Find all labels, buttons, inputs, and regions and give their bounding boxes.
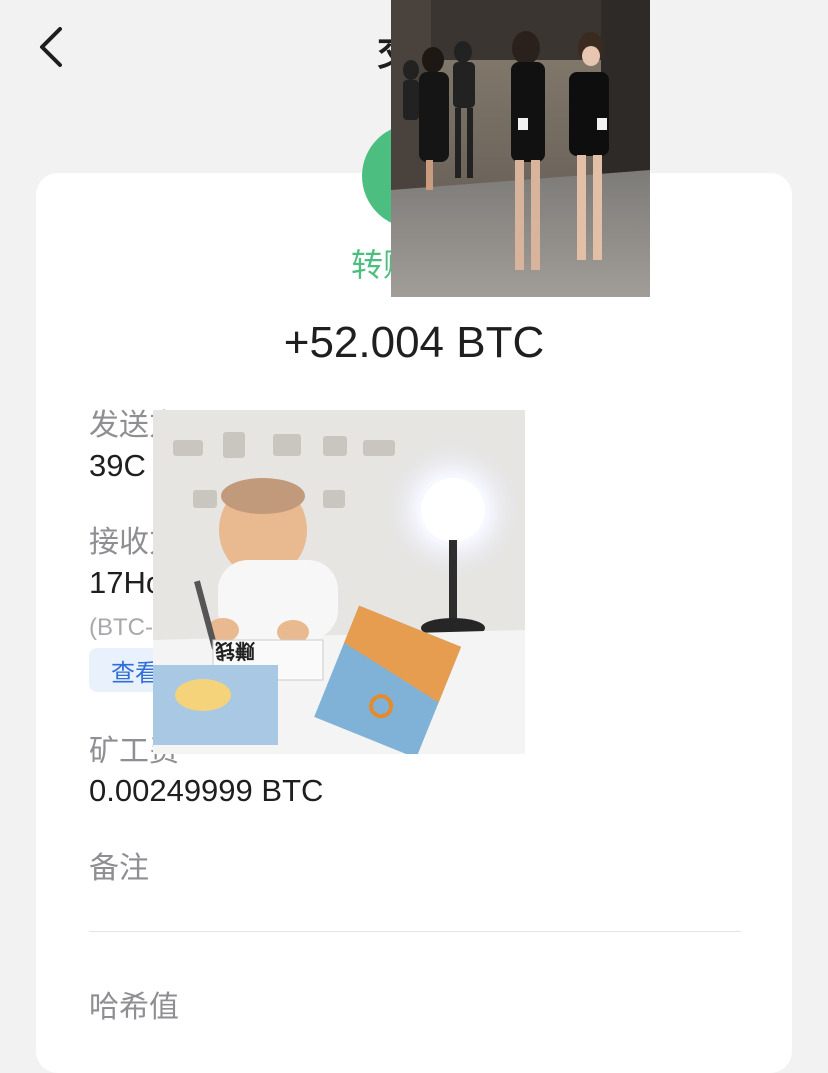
walking-women-photo <box>391 0 650 297</box>
memo-label: 备注 <box>89 852 149 885</box>
sender-address[interactable]: 39C <box>89 448 146 484</box>
transaction-amount: +52.004 BTC <box>283 318 545 367</box>
baby-studying-photo: 赚钱 <box>153 410 525 754</box>
divider <box>89 931 741 932</box>
receiver-address[interactable]: 17Ho <box>89 565 163 601</box>
hash-label: 哈希值 <box>89 991 179 1024</box>
receiver-network: (BTC- <box>89 614 153 641</box>
book-text: 赚钱 <box>215 639 255 661</box>
fee-value: 0.00249999 BTC <box>89 773 324 808</box>
